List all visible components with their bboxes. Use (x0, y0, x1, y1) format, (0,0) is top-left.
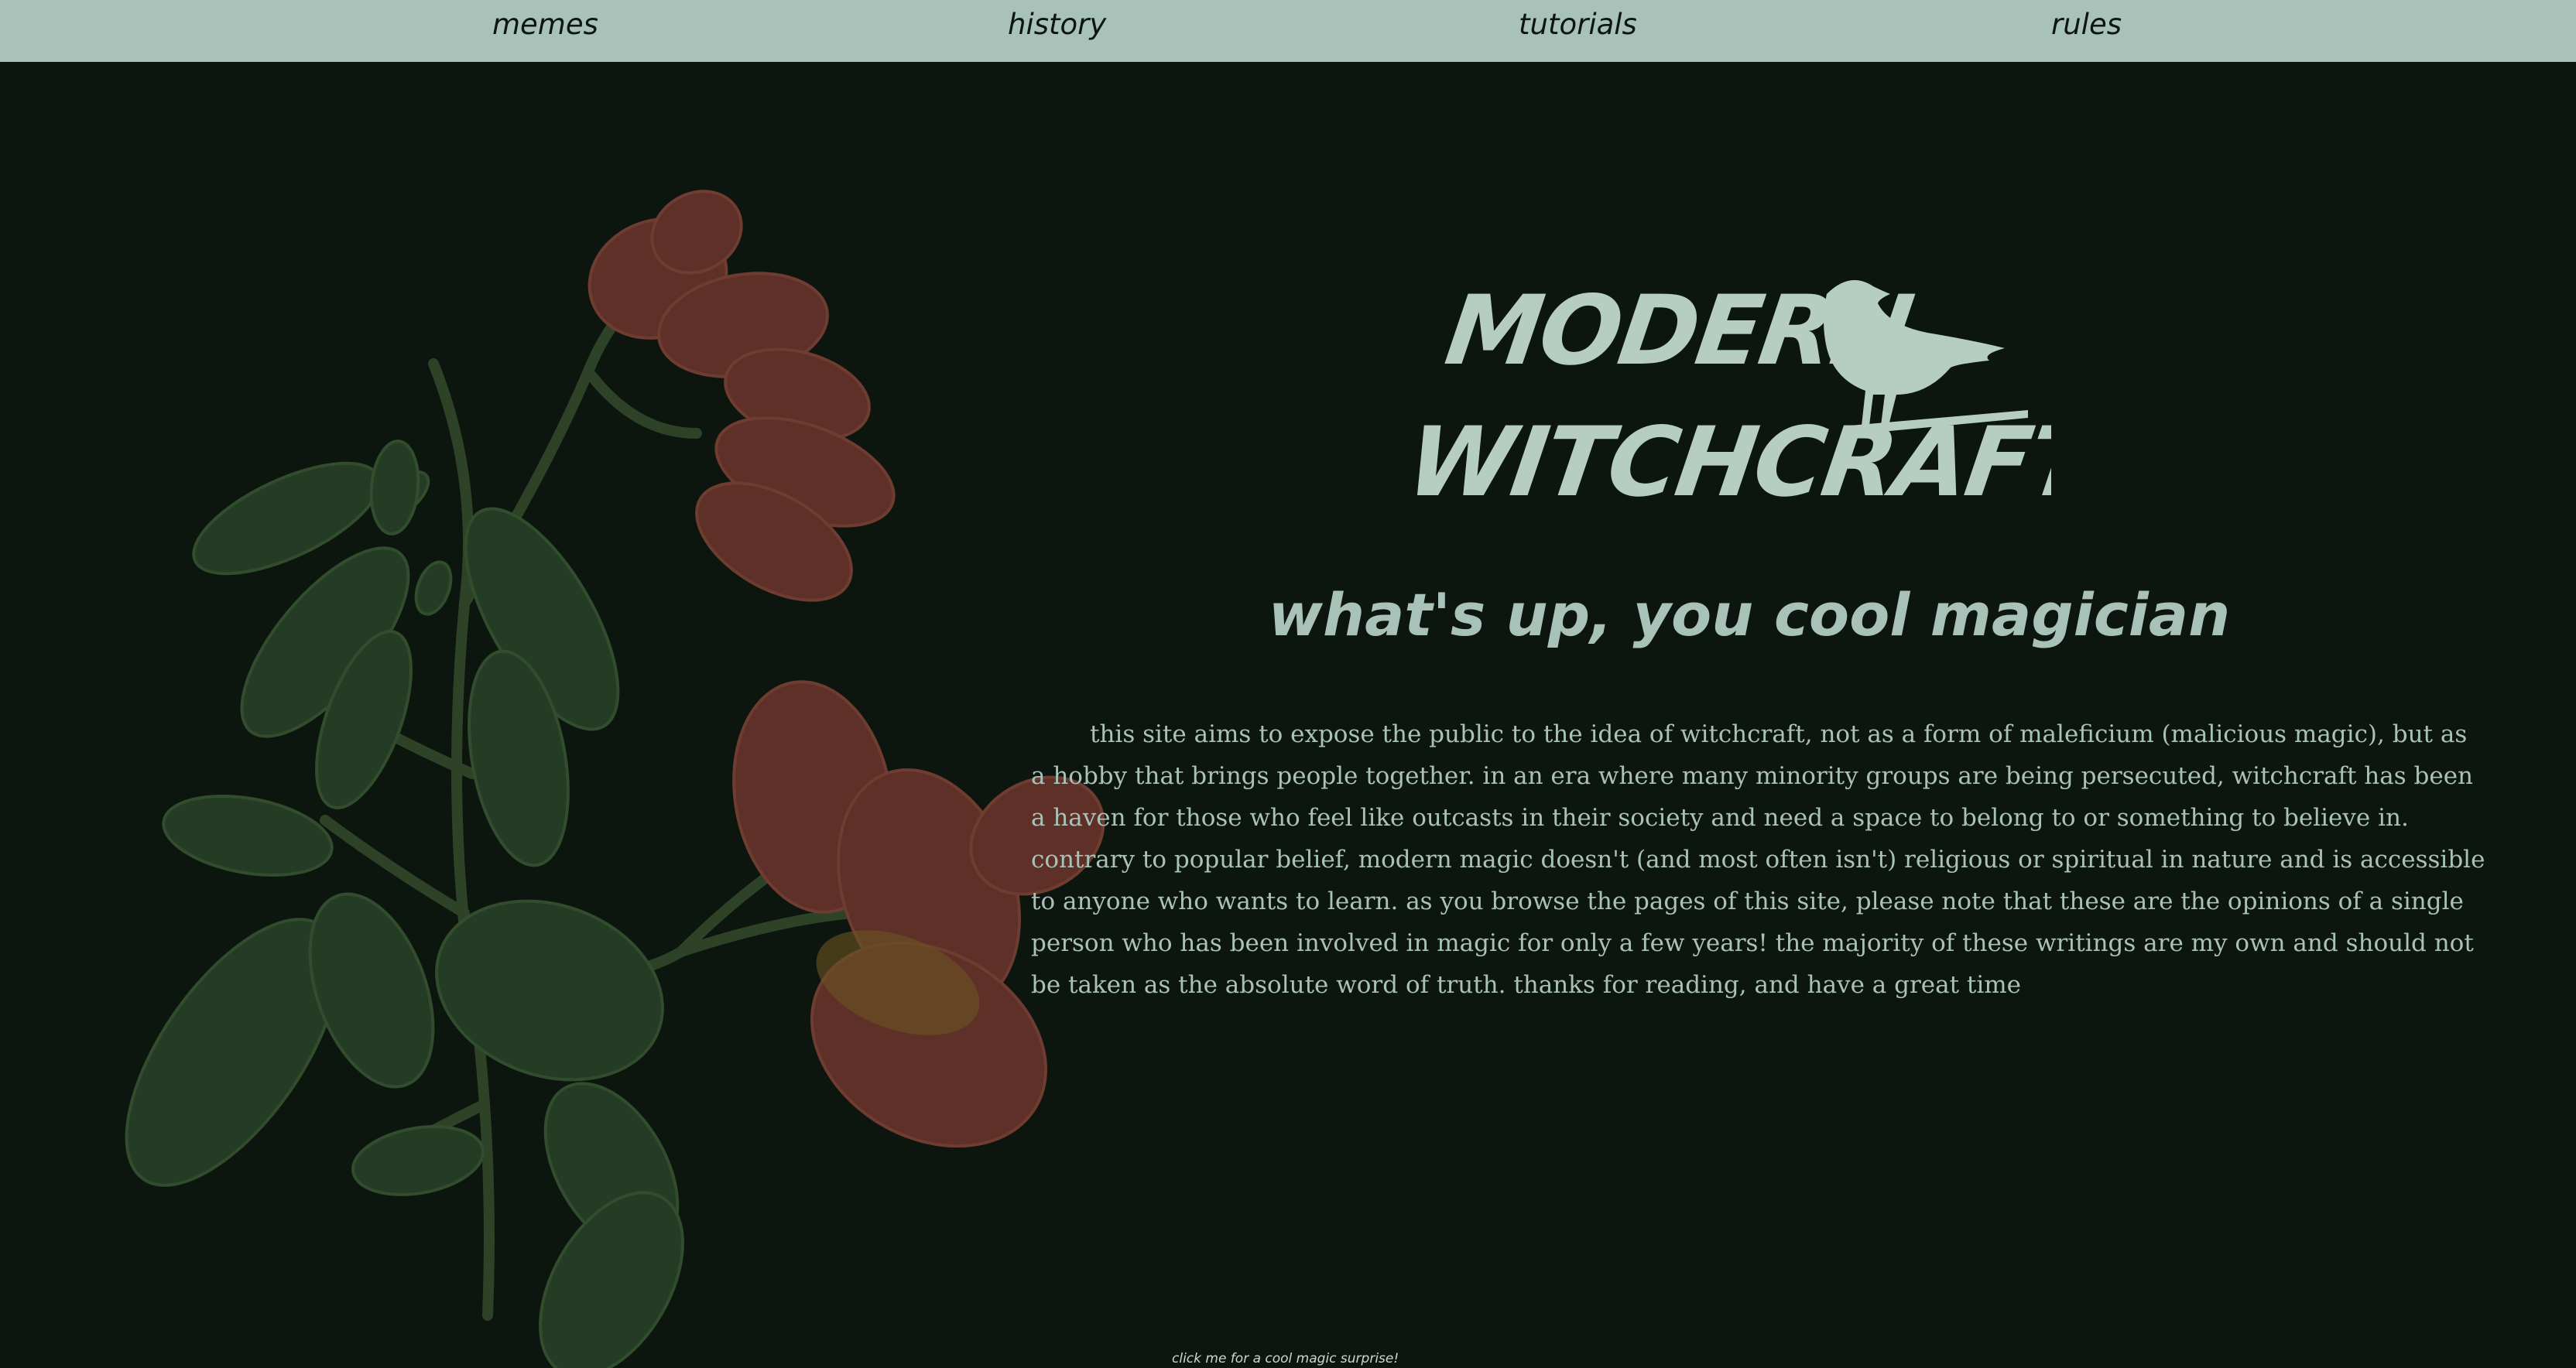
nav-history-link[interactable]: history (1008, 8, 1106, 41)
plant-illustration (125, 190, 1105, 1368)
nav-memes-link[interactable]: memes (492, 8, 598, 41)
nav-rules-link[interactable]: rules (2051, 8, 2122, 41)
site-logo: MODERN WITCHCRAFT (1416, 275, 2051, 518)
magic-surprise-link[interactable]: click me for a cool magic surprise! (1172, 1351, 1399, 1366)
nav-tutorials-link[interactable]: tutorials (1519, 8, 1637, 41)
hero-greeting: what's up, you cool magician (1268, 580, 2231, 649)
top-navbar: memes history tutorials rules (0, 0, 2576, 62)
intro-paragraph: this site aims to expose the public to t… (1031, 720, 2485, 999)
